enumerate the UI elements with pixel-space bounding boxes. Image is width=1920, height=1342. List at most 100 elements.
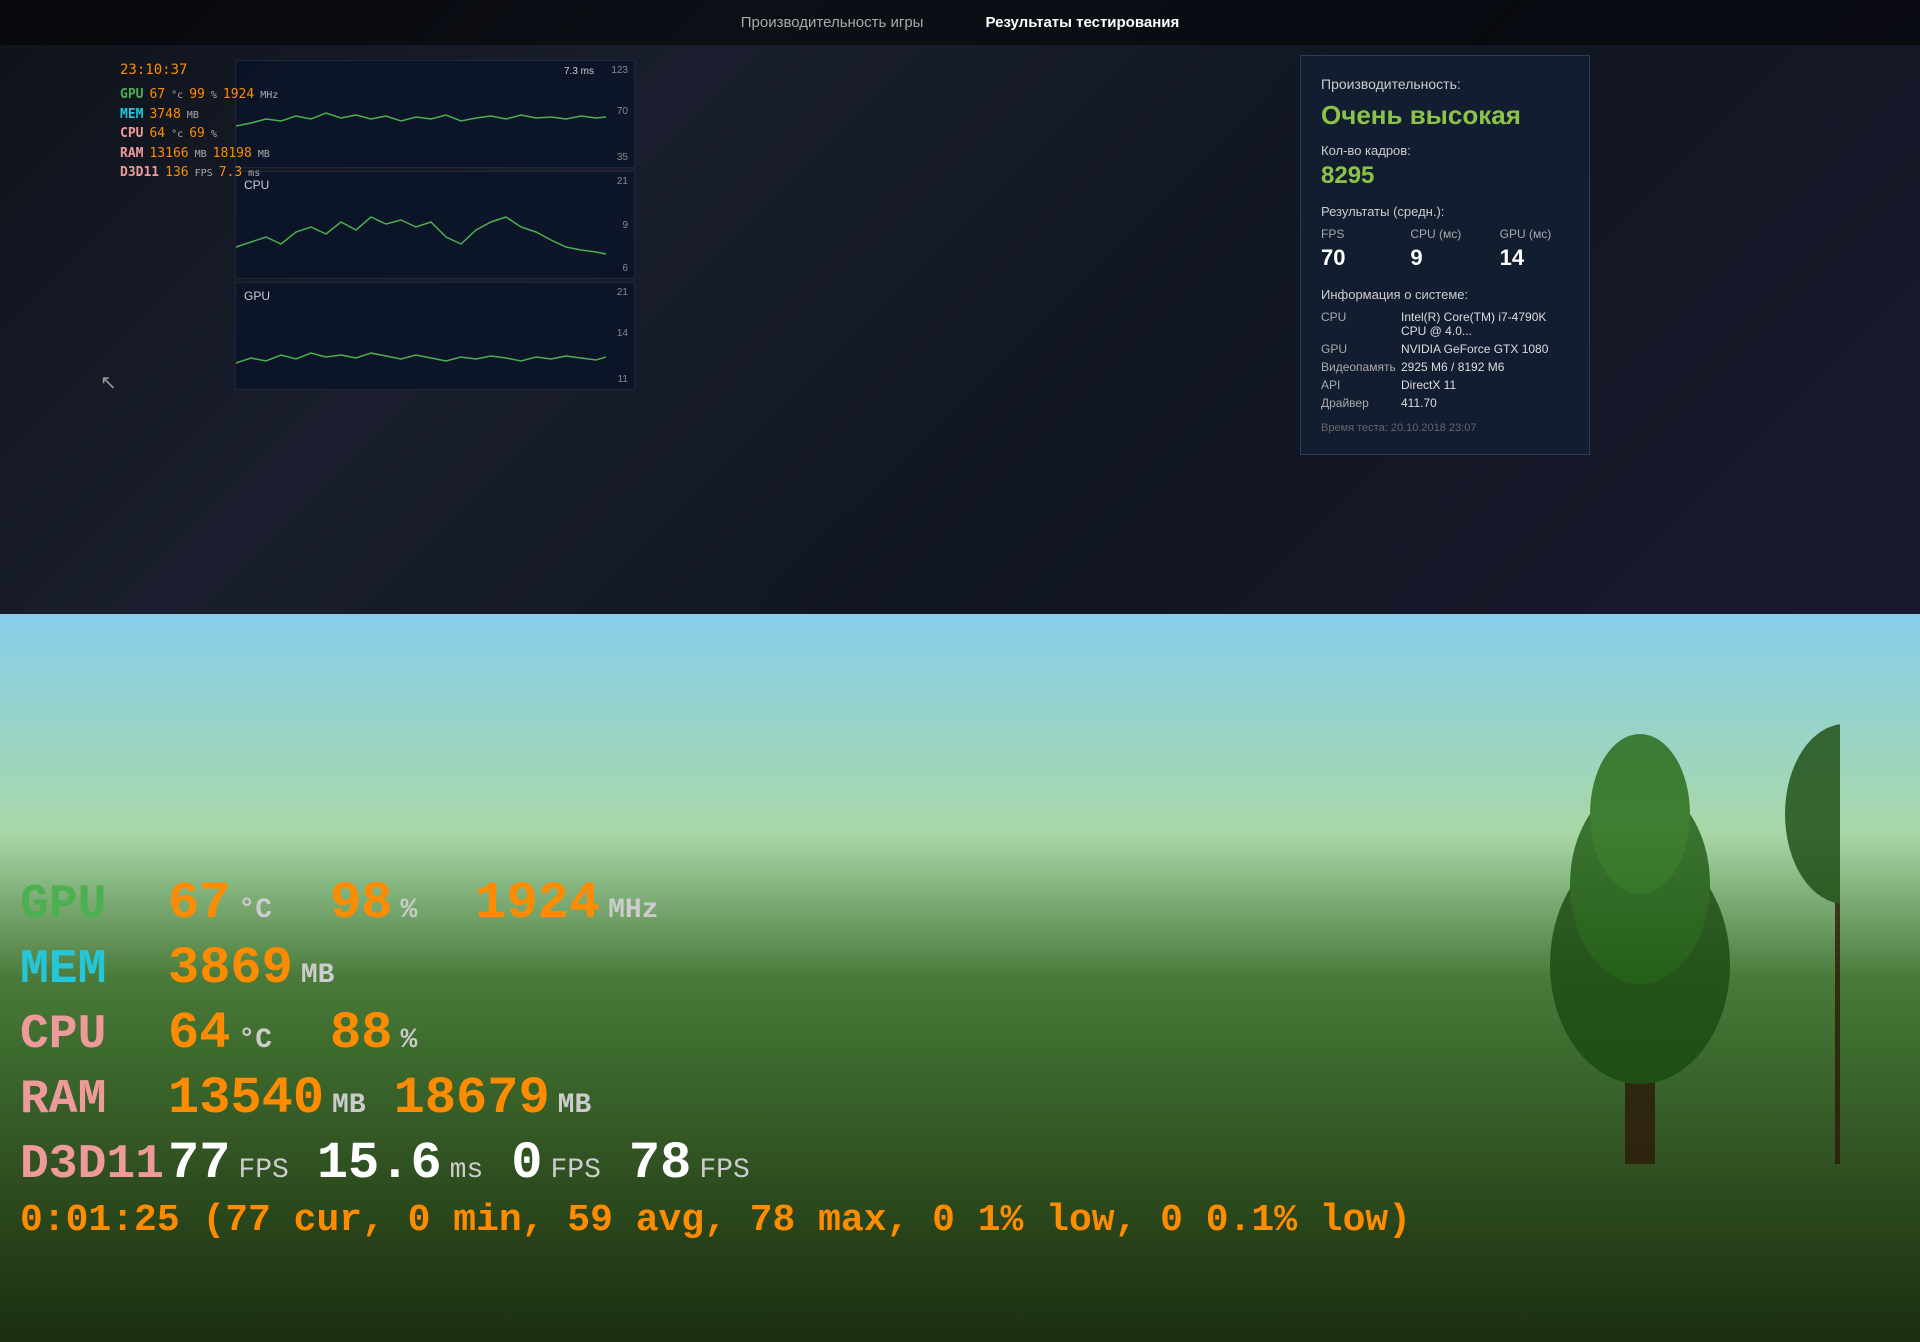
hud-gpu-temp: 67 bbox=[149, 85, 165, 105]
sysinfo-driver-key: Драйвер bbox=[1321, 396, 1401, 410]
big-hud-d3d-extra1-unit: FPS bbox=[551, 1155, 601, 1186]
big-hud-cpu-pct: 88 bbox=[330, 1004, 392, 1063]
sysinfo-driver-val: 411.70 bbox=[1401, 396, 1437, 410]
metric-cpu: CPU (мс) 9 bbox=[1410, 227, 1479, 271]
big-hud-timer: 0:01:25 (77 cur, 0 min, 59 avg, 78 max, … bbox=[20, 1199, 1411, 1242]
sysinfo-cpu-key: CPU bbox=[1321, 310, 1401, 338]
big-hud-gpu-label: GPU bbox=[20, 878, 160, 932]
hud-ram-val1: 13166 bbox=[149, 144, 188, 164]
sysinfo-api-val: DirectX 11 bbox=[1401, 378, 1456, 392]
hud-cpu-label: CPU bbox=[120, 124, 143, 144]
tab-game-performance[interactable]: Производительность игры bbox=[725, 6, 940, 39]
big-hud-d3d-extra1: 0 bbox=[511, 1134, 542, 1193]
hud-cpu-pct: 69 bbox=[189, 124, 205, 144]
big-hud-ram-val2: 18679 bbox=[394, 1069, 550, 1128]
big-hud-gpu-temp-unit: °C bbox=[238, 895, 272, 926]
mouse-cursor-icon: ↖ bbox=[100, 370, 117, 395]
sysinfo-gpu-key: GPU bbox=[1321, 342, 1401, 356]
results-quality: Очень высокая bbox=[1321, 100, 1569, 131]
hud-gpu-row: GPU 67°c 99% 1924MHz bbox=[120, 85, 278, 105]
metric-gpu-val: 14 bbox=[1500, 245, 1569, 271]
big-hud-cpu-pct-unit: % bbox=[400, 1025, 417, 1056]
big-hud-d3d-ms: 15.6 bbox=[317, 1134, 442, 1193]
hud-gpu-pct: 99 bbox=[189, 85, 205, 105]
results-avg-label: Результаты (средн.): bbox=[1321, 204, 1569, 219]
big-hud-d3d-fps-unit: FPS bbox=[238, 1155, 288, 1186]
big-hud-cpu-row: CPU 64 °C 88 % bbox=[20, 1004, 1411, 1063]
sysinfo-vram-row: Видеопамять 2925 М6 / 8192 М6 bbox=[1321, 360, 1569, 374]
metric-gpu: GPU (мс) 14 bbox=[1500, 227, 1569, 271]
results-panel: Производительность: Очень высокая Кол-во… bbox=[1300, 55, 1590, 455]
big-hud-ram-unit2: MB bbox=[558, 1090, 592, 1121]
big-hud-d3d-ms-unit: ms bbox=[450, 1155, 484, 1186]
big-hud-ram-label: RAM bbox=[20, 1073, 160, 1127]
big-hud-gpu-temp: 67 bbox=[168, 874, 230, 933]
metric-fps-header: FPS bbox=[1321, 227, 1390, 241]
gpu-chart: GPU 21 14 11 bbox=[235, 282, 635, 390]
metric-cpu-header: CPU (мс) bbox=[1410, 227, 1479, 241]
big-hud-gpu-pct: 98 bbox=[330, 874, 392, 933]
tree-silhouette bbox=[1440, 664, 1840, 1164]
gpu-chart-svg bbox=[236, 283, 606, 391]
hud-cpu-row: CPU 64°c 69% bbox=[120, 124, 278, 144]
hud-overlay: 23:10:37 GPU 67°c 99% 1924MHz MEM 3748MB… bbox=[120, 60, 278, 183]
results-frames-val: 8295 bbox=[1321, 162, 1569, 190]
cpu-top-label: 21 bbox=[617, 176, 628, 187]
big-hud-ram-val1: 13540 bbox=[168, 1069, 324, 1128]
fps-chart-svg bbox=[236, 61, 606, 169]
sysinfo-cpu-val: Intel(R) Core(TM) i7-4790K CPU @ 4.0... bbox=[1401, 310, 1569, 338]
hud-mem-val: 3748 bbox=[149, 105, 180, 125]
big-hud-gpu-mhz-unit: MHz bbox=[608, 895, 658, 926]
hud-mem-row: MEM 3748MB bbox=[120, 105, 278, 125]
results-metrics: FPS 70 CPU (мс) 9 GPU (мс) 14 bbox=[1321, 227, 1569, 271]
sysinfo-api-key: API bbox=[1321, 378, 1401, 392]
cpu-chart: CPU 21 9 6 bbox=[235, 171, 635, 279]
hud-d3d-row: D3D11 136FPS 7.3ms bbox=[120, 163, 278, 183]
metric-gpu-header: GPU (мс) bbox=[1500, 227, 1569, 241]
big-hud-d3d-extra2: 78 bbox=[629, 1134, 691, 1193]
sysinfo-api-row: API DirectX 11 bbox=[1321, 378, 1569, 392]
cpu-chart-svg bbox=[236, 172, 606, 280]
big-hud-gpu-mhz: 1924 bbox=[475, 874, 600, 933]
cpu-bot-label: 6 bbox=[622, 263, 628, 274]
sysinfo-title: Информация о системе: bbox=[1321, 287, 1569, 302]
big-hud-mem-label: MEM bbox=[20, 943, 160, 997]
charts-area: 123 70 35 7.3 ms CPU 21 9 6 GPU 21 14 11 bbox=[235, 60, 635, 390]
cpu-mid-label: 9 bbox=[622, 220, 628, 231]
big-hud-ram-unit1: MB bbox=[332, 1090, 366, 1121]
gpu-top-label: 21 bbox=[617, 287, 628, 298]
gpu-bot-label: 11 bbox=[618, 374, 628, 385]
results-frames-label: Кол-во кадров: bbox=[1321, 143, 1569, 158]
fps-bot-label: 35 bbox=[617, 152, 628, 163]
results-timestamp: Время теста: 20.10.2018 23:07 bbox=[1321, 422, 1569, 434]
big-hud-mem-unit: MB bbox=[301, 960, 335, 991]
fps-top-label: 123 bbox=[611, 65, 628, 76]
big-hud-d3d-extra2-unit: FPS bbox=[699, 1155, 749, 1186]
big-hud: GPU 67 °C 98 % 1924 MHz MEM 3869 MB CPU … bbox=[20, 874, 1411, 1242]
hud-time: 23:10:37 bbox=[120, 60, 278, 81]
hud-mem-label: MEM bbox=[120, 105, 143, 125]
big-hud-ram-row: RAM 13540 MB 18679 MB bbox=[20, 1069, 1411, 1128]
hud-d3d-fps: 136 bbox=[165, 163, 188, 183]
big-hud-gpu-row: GPU 67 °C 98 % 1924 MHz bbox=[20, 874, 1411, 933]
results-perf-label: Производительность: bbox=[1321, 76, 1569, 92]
big-hud-cpu-temp: 64 bbox=[168, 1004, 230, 1063]
big-hud-cpu-temp-unit: °C bbox=[238, 1025, 272, 1056]
tab-test-results[interactable]: Результаты тестирования bbox=[969, 6, 1195, 39]
fps-chart: 123 70 35 7.3 ms bbox=[235, 60, 635, 168]
sysinfo-vram-val: 2925 М6 / 8192 М6 bbox=[1401, 360, 1504, 374]
hud-d3d-label: D3D11 bbox=[120, 163, 159, 183]
big-hud-mem-val: 3869 bbox=[168, 939, 293, 998]
big-hud-gpu-pct-unit: % bbox=[400, 895, 417, 926]
big-hud-d3d-label: D3D11 bbox=[20, 1138, 160, 1192]
hud-ram-val2: 18198 bbox=[213, 144, 252, 164]
gpu-mid-label: 14 bbox=[617, 328, 628, 339]
hud-cpu-temp: 64 bbox=[149, 124, 165, 144]
big-hud-mem-row: MEM 3869 MB bbox=[20, 939, 1411, 998]
metric-cpu-val: 9 bbox=[1410, 245, 1479, 271]
sysinfo-gpu-val: NVIDIA GeForce GTX 1080 bbox=[1401, 342, 1548, 356]
sysinfo-cpu-row: CPU Intel(R) Core(TM) i7-4790K CPU @ 4.0… bbox=[1321, 310, 1569, 338]
hud-gpu-mhz: 1924 bbox=[223, 85, 254, 105]
hud-d3d-ms: 7.3 bbox=[219, 163, 242, 183]
sysinfo-gpu-row: GPU NVIDIA GeForce GTX 1080 bbox=[1321, 342, 1569, 356]
